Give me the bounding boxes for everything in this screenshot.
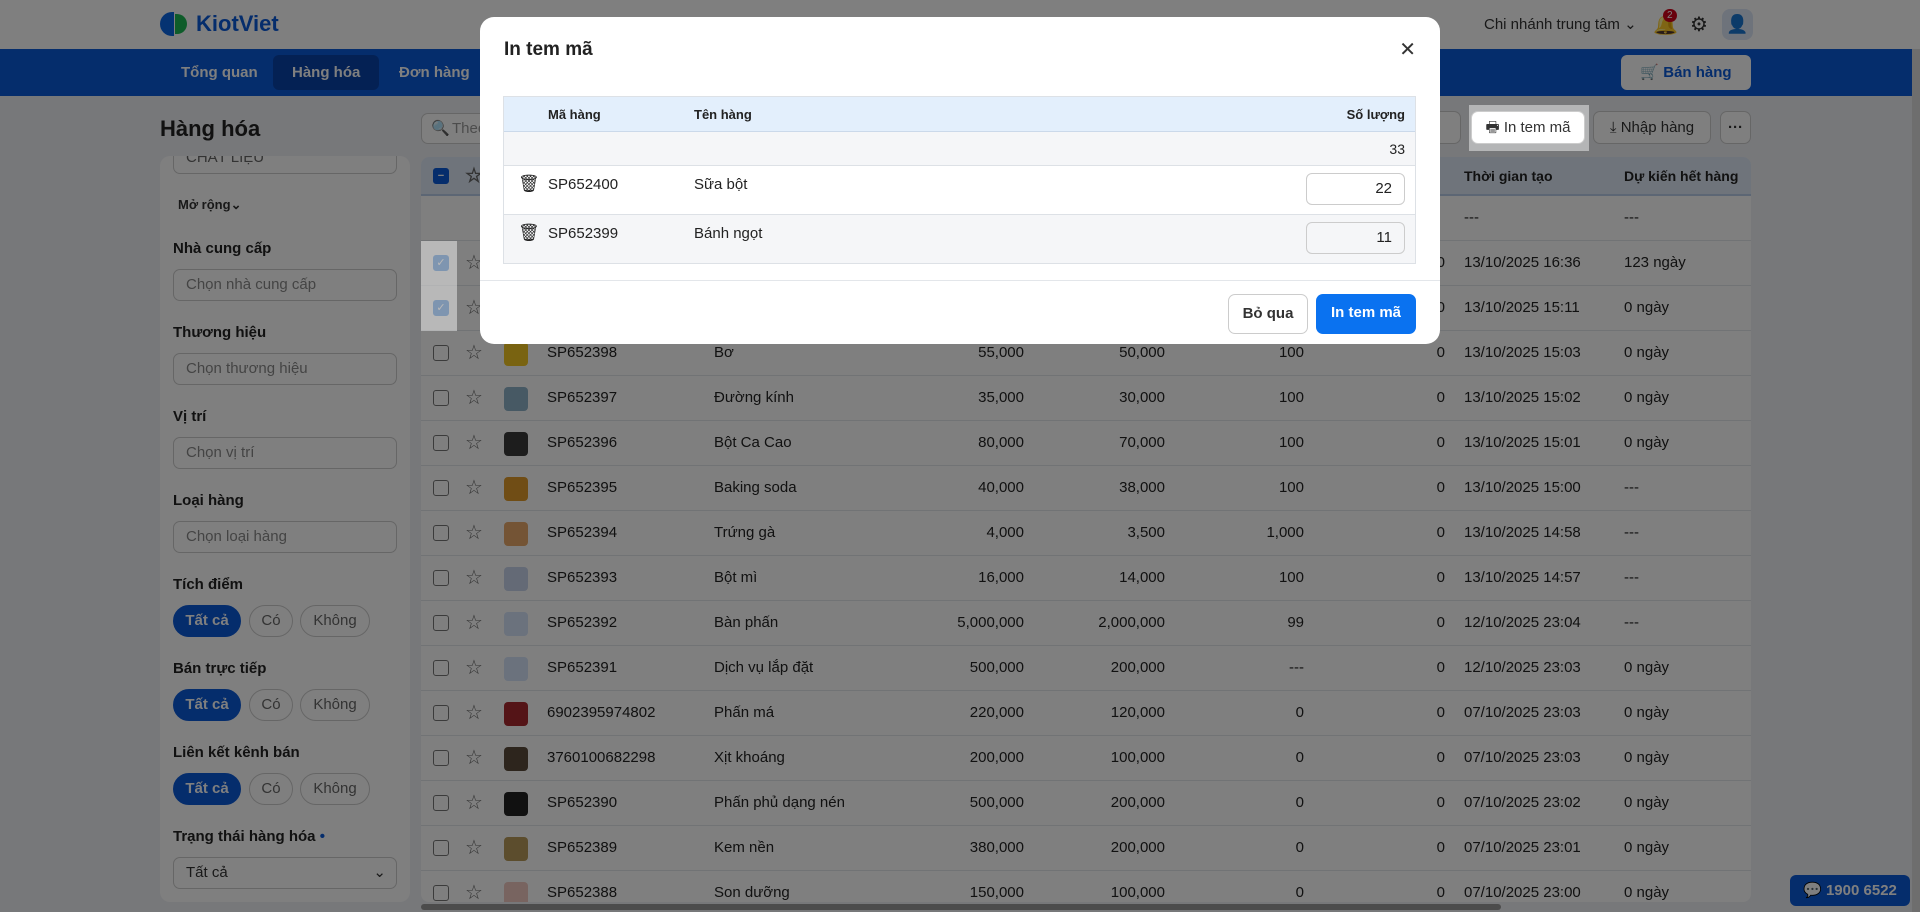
modal-items-table: Mã hàng Tên hàng Số lượng 33 🗑 SP652400 … bbox=[503, 96, 1416, 264]
modal-item-name: Bánh ngọt bbox=[694, 225, 763, 242]
selected-rows-highlight bbox=[421, 241, 457, 331]
modal-item-code: SP652400 bbox=[548, 176, 619, 193]
print-barcode-button[interactable]: 🖶 In tem mã bbox=[1471, 111, 1585, 144]
cancel-button[interactable]: Bỏ qua bbox=[1228, 294, 1308, 334]
modal-table-header: Mã hàng Tên hàng Số lượng bbox=[504, 97, 1415, 132]
quantity-input[interactable]: 22 bbox=[1306, 173, 1405, 205]
modal-col-name: Tên hàng bbox=[694, 107, 752, 122]
quantity-input[interactable]: 11 bbox=[1306, 222, 1405, 254]
printer-icon: 🖶 bbox=[1485, 119, 1500, 136]
modal-title: In tem mã bbox=[504, 39, 593, 60]
modal-footer-divider bbox=[480, 280, 1440, 281]
modal-item-name: Sữa bột bbox=[694, 176, 748, 193]
close-icon[interactable]: ✕ bbox=[1399, 37, 1416, 62]
trash-icon[interactable]: 🗑 bbox=[518, 223, 540, 243]
modal-col-qty: Số lượng bbox=[1346, 107, 1405, 122]
print-barcode-modal: In tem mã ✕ Mã hàng Tên hàng Số lượng 33… bbox=[480, 17, 1440, 344]
modal-item-code: SP652399 bbox=[548, 225, 619, 242]
print-label: In tem mã bbox=[1503, 119, 1571, 136]
modal-item-row: 🗑 SP652399 Bánh ngọt 11 bbox=[504, 215, 1415, 264]
modal-item-row: 🗑 SP652400 Sữa bột 22 bbox=[504, 166, 1415, 215]
trash-icon[interactable]: 🗑 bbox=[518, 174, 540, 194]
modal-total-qty: 33 bbox=[504, 132, 1415, 166]
confirm-print-button[interactable]: In tem mã bbox=[1316, 294, 1416, 334]
modal-col-code: Mã hàng bbox=[548, 107, 601, 122]
